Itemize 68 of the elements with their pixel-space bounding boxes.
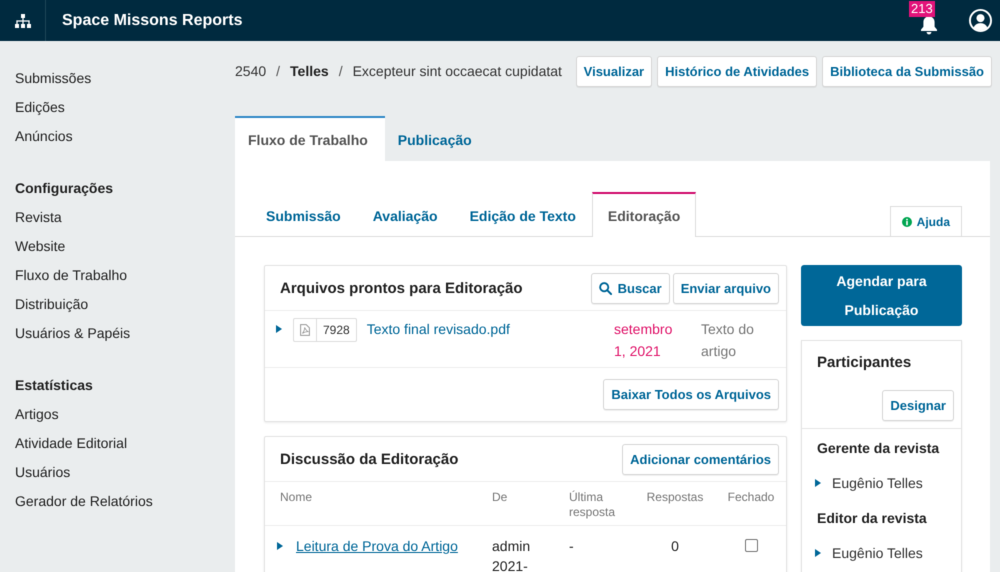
sidebar-item[interactable]: Usuários xyxy=(15,461,70,483)
stage-tab[interactable]: Submissão xyxy=(250,193,357,237)
schedule-button[interactable]: Agendar para Publicação xyxy=(801,265,962,326)
sidebar-item[interactable]: Atividade Editorial xyxy=(15,432,128,454)
sidebar-item[interactable]: Usuários & Papéis xyxy=(15,322,130,344)
sidebar-item[interactable]: Revista xyxy=(15,206,62,228)
role-heading: Editor da revista xyxy=(817,509,927,528)
stage-tab[interactable]: Editoração xyxy=(592,192,696,237)
breadcrumb-separator: / xyxy=(338,63,343,79)
participants-title: Participantes xyxy=(817,353,912,373)
sidebar-item[interactable]: Website xyxy=(15,235,66,257)
table-cell-text: 0 xyxy=(671,537,679,556)
site-title: Space Missons Reports xyxy=(62,12,242,30)
column-header: Fechado xyxy=(728,490,774,505)
sitemap-icon[interactable] xyxy=(14,14,30,28)
column-header: Respostas xyxy=(646,490,704,505)
info-icon xyxy=(902,216,912,226)
participant-name[interactable]: Eugênio Telles xyxy=(832,542,923,564)
file-id: 7928 xyxy=(322,323,351,337)
caret-icon[interactable] xyxy=(276,325,282,333)
caret-icon[interactable] xyxy=(277,542,283,550)
upload-file-button[interactable]: Enviar arquivo xyxy=(672,272,779,304)
breadcrumb-text: 2540 xyxy=(235,63,266,79)
action-button[interactable]: Histórico de Atividades xyxy=(657,56,818,86)
sidebar-item[interactable]: Distribuição xyxy=(15,293,88,315)
sidebar-item[interactable]: Gerador de Relatórios xyxy=(15,490,153,512)
notification-badge[interactable]: 213 xyxy=(909,0,935,16)
bell-icon[interactable] xyxy=(919,14,939,34)
breadcrumb-text: Excepteur sint occaecat cupidatat xyxy=(352,63,562,79)
action-button[interactable]: Visualizar xyxy=(576,56,652,86)
discussion-link[interactable]: Leitura de Prova do Artigo xyxy=(296,536,458,556)
sidebar-item[interactable]: Submissões xyxy=(15,67,92,89)
file-type: Texto do artigo xyxy=(701,320,755,361)
breadcrumb-text: Telles xyxy=(290,63,329,79)
participant-name[interactable]: Eugênio Telles xyxy=(832,472,923,494)
sidebar-item[interactable]: Fluxo de Trabalho xyxy=(15,264,128,286)
help-tab[interactable]: Ajuda xyxy=(890,206,962,236)
file-date: setembro 1, 2021 xyxy=(614,320,674,361)
caret-icon[interactable] xyxy=(815,549,821,557)
table-cell-text: - xyxy=(569,537,575,556)
user-avatar-icon[interactable] xyxy=(969,9,992,32)
column-header: De xyxy=(492,490,508,505)
tab[interactable]: Publicação xyxy=(384,116,489,161)
assign-button[interactable]: Designar xyxy=(882,390,954,421)
card-title: Discussão da Editoração xyxy=(280,450,458,468)
stage-tab[interactable]: Avaliação xyxy=(356,193,454,237)
download-all-button[interactable]: Baixar Todos os Arquivos xyxy=(603,379,779,410)
tab[interactable]: Fluxo de Trabalho xyxy=(235,116,385,161)
add-comment-button[interactable]: Adicionar comentários xyxy=(622,444,779,474)
breadcrumb-separator: / xyxy=(276,63,280,79)
card-title: Arquivos prontos para Editoração xyxy=(280,280,523,296)
document-icon xyxy=(300,324,310,336)
sidebar-heading: Estatísticas xyxy=(15,376,93,395)
closed-checkbox[interactable] xyxy=(744,539,758,552)
action-button[interactable]: Biblioteca da Submissão xyxy=(822,56,992,86)
table-cell-text: admin 2021- xyxy=(492,537,532,572)
file-link[interactable]: Texto final revisado.pdf xyxy=(366,318,614,340)
stage-tab[interactable]: Edição de Texto xyxy=(454,193,592,237)
caret-icon[interactable] xyxy=(815,479,821,487)
sidebar-item[interactable]: Anúncios xyxy=(15,125,73,147)
role-heading: Gerente da revista xyxy=(817,439,940,458)
sidebar-heading: Configurações xyxy=(15,179,114,198)
column-header: Última resposta xyxy=(569,490,616,520)
search-button[interactable]: Buscar xyxy=(590,272,670,304)
column-header: Nome xyxy=(280,490,314,505)
sidebar-item[interactable]: Edições xyxy=(15,96,65,118)
search-icon xyxy=(598,282,612,294)
sidebar-item[interactable]: Artigos xyxy=(15,403,59,425)
